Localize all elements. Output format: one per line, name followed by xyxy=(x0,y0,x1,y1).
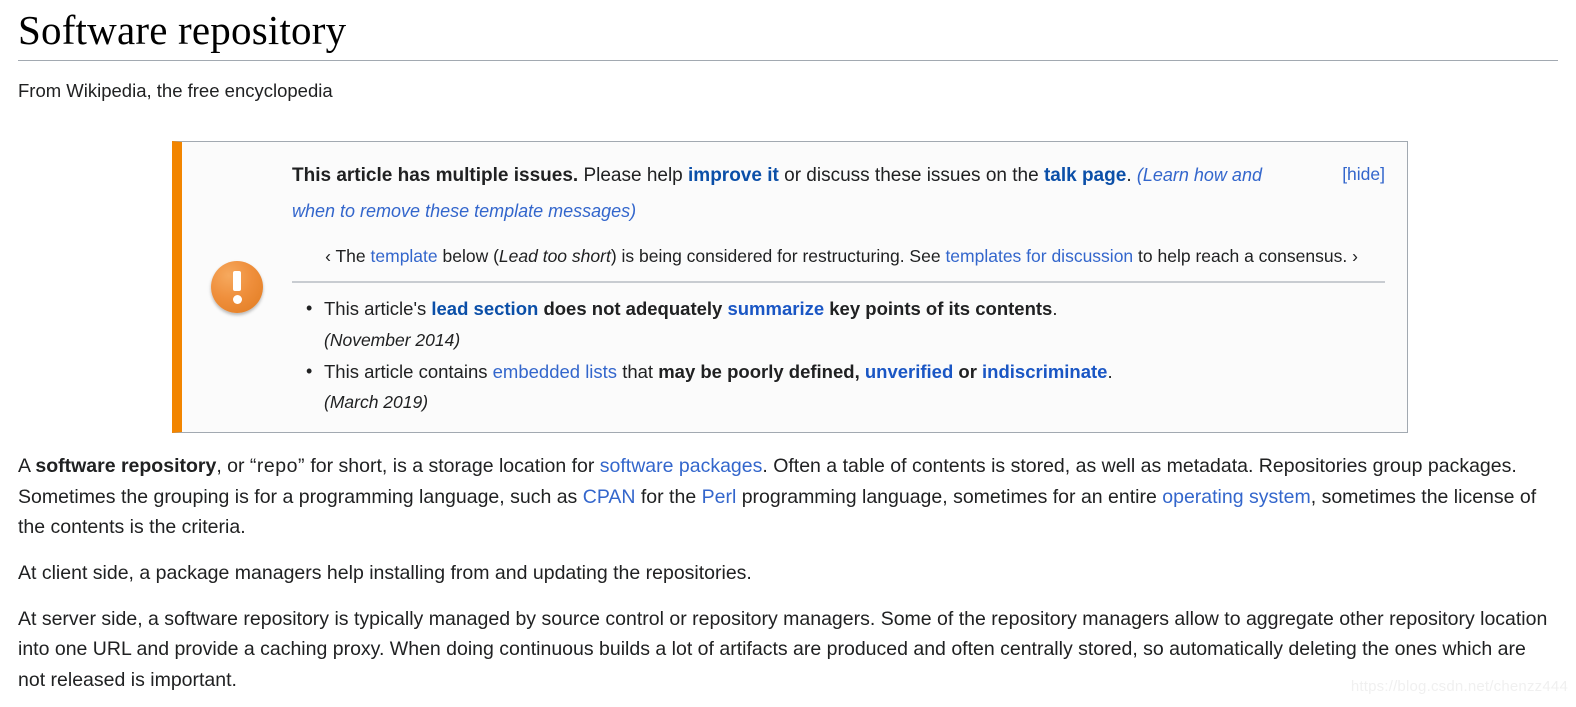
p1-text-1: A xyxy=(18,455,36,478)
ambox-heading-text-1: Please help xyxy=(578,164,689,186)
paragraph-1: A software repository, or “repo” for sho… xyxy=(18,451,1558,542)
lead-section-link[interactable]: lead section xyxy=(431,298,538,319)
issue-list: This article's lead section does not ade… xyxy=(292,293,1385,416)
ambox-heading-text-3: . xyxy=(1126,164,1137,186)
list-item: This article's lead section does not ade… xyxy=(292,293,1385,354)
multiple-issues-box: This article has multiple issues. Please… xyxy=(172,140,1408,434)
article-body: A software repository, or “repo” for sho… xyxy=(18,451,1558,695)
issue1-text-1: This article's xyxy=(324,298,432,320)
issue1-text-4: . xyxy=(1052,298,1058,320)
template-link[interactable]: template xyxy=(371,246,438,266)
issue2-date: (March 2019) xyxy=(324,392,429,413)
issue1-date: (November 2014) xyxy=(324,329,461,350)
tfd-subnotice: ‹ The template below (Lead too short) is… xyxy=(292,242,1385,284)
talk-page-link[interactable]: talk page xyxy=(1044,165,1126,186)
p1-text-5: for the xyxy=(635,485,702,508)
subnotice-text-4: to help reach a consensus. xyxy=(1133,245,1353,266)
summarize-link[interactable]: summarize xyxy=(727,298,824,319)
unverified-link[interactable]: unverified xyxy=(865,361,953,382)
embedded-lists-link[interactable]: embedded lists xyxy=(493,361,617,382)
issue2-text-1: This article contains xyxy=(324,360,493,382)
issue2-text-3: , xyxy=(854,360,865,382)
issue2-text-4: or xyxy=(953,360,983,382)
perl-link[interactable]: Perl xyxy=(702,486,737,508)
exclamation-circle-icon xyxy=(211,260,263,313)
cpan-link[interactable]: CPAN xyxy=(583,486,636,508)
ambox-heading: This article has multiple issues. Please… xyxy=(292,158,1385,230)
templates-for-discussion-link[interactable]: templates for discussion xyxy=(945,246,1133,266)
p1-text-6: programming language, sometimes for an e… xyxy=(736,485,1163,508)
indiscriminate-link[interactable]: indiscriminate xyxy=(982,361,1107,382)
hide-link[interactable]: [hide] xyxy=(1342,158,1385,191)
issue2-text-5: . xyxy=(1107,360,1113,382)
paragraph-3: At server side, a software repository is… xyxy=(18,608,1548,691)
list-item: This article contains embedded lists tha… xyxy=(292,356,1385,417)
p1-text-2: , or xyxy=(216,455,250,478)
ambox-heading-text-2: or discuss these issues on the xyxy=(778,164,1044,186)
p1-text-3: for short, is a storage location for xyxy=(304,455,600,478)
subnotice-text-1: The xyxy=(330,245,371,266)
operating-system-link[interactable]: operating system xyxy=(1162,486,1311,508)
title-divider xyxy=(18,59,1558,61)
issue1-text-2: does not adequately xyxy=(538,298,728,320)
repo-quoted-term: “repo” xyxy=(249,455,305,478)
ambox-body: This article has multiple issues. Please… xyxy=(292,156,1385,419)
page-title: Software repository xyxy=(18,7,347,53)
improve-it-link[interactable]: improve it xyxy=(688,165,779,186)
issue2-text-2: that xyxy=(617,360,659,382)
subnotice-close-guillemet: › xyxy=(1352,245,1358,266)
issue2-bold-1: may be poorly defined xyxy=(658,360,855,382)
subnotice-text-3: ) is being considered for restructuring.… xyxy=(610,245,946,266)
article-page: Software repository From Wikipedia, the … xyxy=(0,0,1576,707)
subnotice-text-2: below ( xyxy=(437,245,499,266)
site-tagline: From Wikipedia, the free encyclopedia xyxy=(18,79,333,101)
paragraph-2: At client side, a package managers help … xyxy=(18,561,752,584)
issue1-text-3: key points of its contents xyxy=(824,298,1053,320)
software-packages-link[interactable]: software packages xyxy=(600,455,763,477)
software-repository-term: software repository xyxy=(35,455,217,478)
ambox-container: This article has multiple issues. Please… xyxy=(18,140,1558,434)
lead-too-short-label: Lead too short xyxy=(498,245,611,266)
ambox-heading-bold: This article has multiple issues. xyxy=(292,164,579,186)
ambox-icon-cell xyxy=(182,260,292,313)
